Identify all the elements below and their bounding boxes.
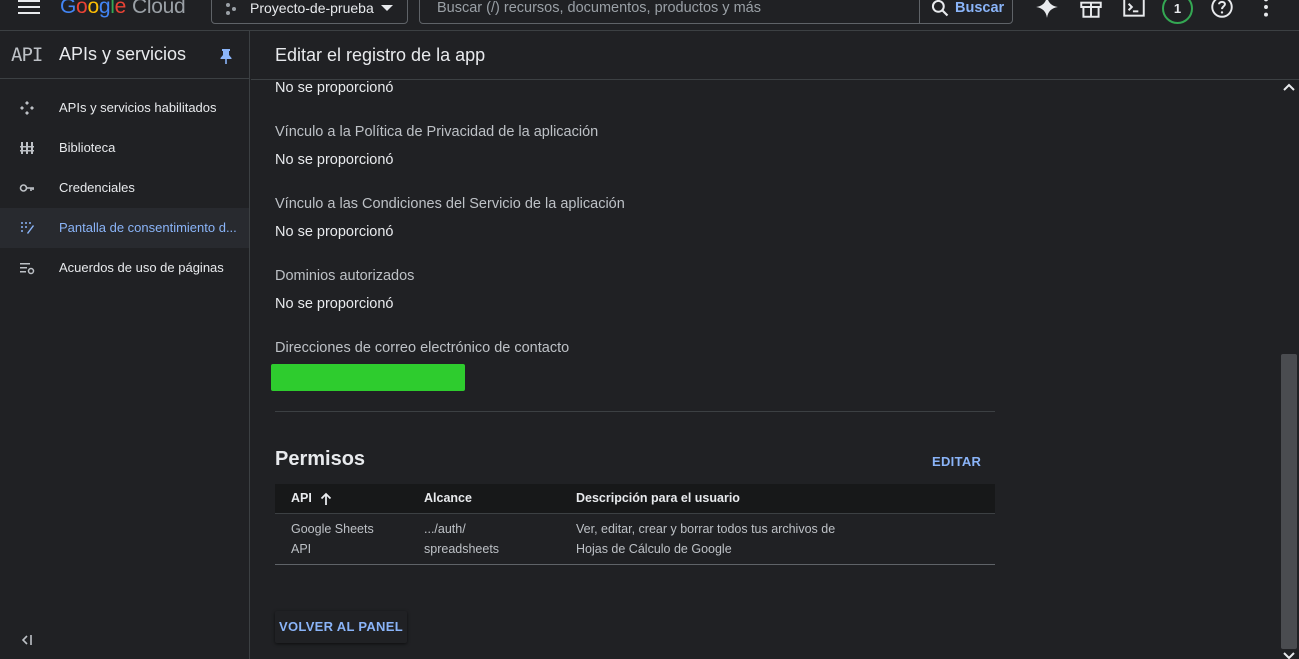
edit-permissions-button[interactable]: EDITAR bbox=[932, 454, 981, 469]
sidebar-header: API APIs y servicios bbox=[0, 31, 249, 79]
gift-icon[interactable] bbox=[1078, 0, 1104, 20]
search-bar: Buscar bbox=[419, 0, 1013, 24]
consent-icon bbox=[21, 222, 34, 234]
scroll-down-arrow-icon[interactable] bbox=[1282, 651, 1296, 659]
redacted-contact-email bbox=[271, 364, 465, 391]
library-icon bbox=[20, 142, 34, 154]
column-header-description: Descripción para el usuario bbox=[576, 484, 995, 514]
sidebar-item-page-usage-agreements[interactable]: Acuerdos de uso de páginas bbox=[0, 248, 249, 288]
divider bbox=[275, 411, 995, 412]
collapse-sidebar-icon[interactable] bbox=[20, 634, 34, 646]
sidebar-item-credentials[interactable]: Credenciales bbox=[0, 168, 249, 208]
arrow-up-icon[interactable] bbox=[320, 492, 332, 506]
search-icon bbox=[931, 0, 949, 17]
project-name: Proyecto-de-prueba bbox=[250, 0, 374, 16]
chevron-down-icon bbox=[381, 5, 393, 11]
cell-api: Google Sheets API bbox=[275, 513, 424, 565]
scrollbar-thumb[interactable] bbox=[1281, 354, 1297, 649]
table-row: Google Sheets API .../auth/spreadsheets V… bbox=[275, 513, 995, 565]
main-menu-icon[interactable] bbox=[18, 0, 40, 14]
sidebar-item-library[interactable]: Biblioteca bbox=[0, 128, 249, 168]
scroll-up-arrow-icon[interactable] bbox=[1282, 82, 1296, 92]
key-icon bbox=[19, 184, 34, 192]
search-button[interactable]: Buscar bbox=[919, 0, 1012, 23]
field-label-contact-emails: Direcciones de correo electrónico de con… bbox=[275, 340, 570, 356]
project-icon bbox=[226, 3, 238, 15]
field-label-authorized-domains: Dominios autorizados bbox=[275, 268, 415, 284]
top-bar: GoogleCloud Proyecto-de-prueba Buscar 1 bbox=[0, 0, 1299, 31]
field-label-terms-of-service: Vínculo a las Condiciones del Servicio d… bbox=[275, 196, 625, 212]
gemini-icon[interactable] bbox=[1034, 0, 1060, 20]
back-to-dashboard-button[interactable]: VOLVER AL PANEL bbox=[275, 611, 407, 643]
field-value-terms-of-service: No se proporcionó bbox=[275, 224, 394, 240]
help-icon[interactable] bbox=[1209, 0, 1235, 20]
field-value-authorized-domains: No se proporcionó bbox=[275, 296, 394, 312]
google-cloud-logo[interactable]: Google Cloud bbox=[60, 0, 186, 19]
apis-icon bbox=[20, 101, 34, 115]
page-header: Editar el registro de la app bbox=[251, 31, 1299, 80]
field-value-privacy-policy: No se proporcionó bbox=[275, 152, 394, 168]
api-icon: API bbox=[11, 44, 43, 66]
sidebar-title: APIs y servicios bbox=[59, 44, 187, 64]
search-input[interactable] bbox=[420, 0, 919, 23]
project-picker[interactable]: Proyecto-de-prueba bbox=[211, 0, 408, 24]
cell-scope: .../auth/spreadsheets bbox=[424, 513, 576, 565]
permissions-table: API Alcance Descripción para el usuario … bbox=[275, 484, 995, 565]
field-label-privacy-policy: Vínculo a la Política de Privacidad de l… bbox=[275, 124, 599, 140]
more-vert-icon[interactable] bbox=[1253, 0, 1279, 20]
cloud-shell-icon[interactable] bbox=[1121, 0, 1147, 20]
column-header-api[interactable]: API bbox=[275, 484, 424, 514]
column-header-scope: Alcance bbox=[424, 484, 576, 514]
field-value: No se proporcionó bbox=[275, 80, 394, 96]
sidebar: API APIs y servicios APIs y servicios ha… bbox=[0, 31, 250, 659]
sidebar-item-consent-screen[interactable]: Pantalla de consentimiento d... bbox=[0, 208, 249, 248]
page-title: Editar el registro de la app bbox=[275, 45, 486, 65]
pin-icon[interactable] bbox=[219, 48, 233, 64]
cell-description: Ver, editar, crear y borrar todos tus ar… bbox=[576, 513, 995, 565]
notifications-badge[interactable]: 1 bbox=[1162, 0, 1193, 24]
table-header-row: API Alcance Descripción para el usuario bbox=[275, 484, 995, 514]
page-settings-icon bbox=[20, 263, 35, 275]
sidebar-item-enabled-apis[interactable]: APIs y servicios habilitados bbox=[0, 88, 249, 128]
permissions-title: Permisos bbox=[275, 448, 366, 470]
